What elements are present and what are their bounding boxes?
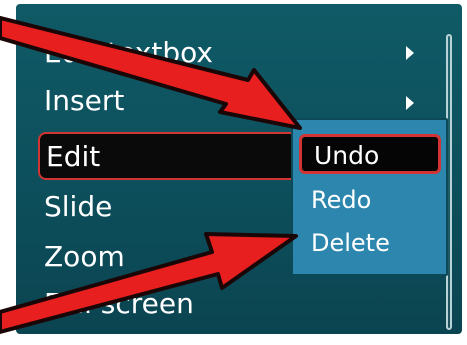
menu-item-label: Full screen bbox=[44, 287, 194, 320]
submenu-item-undo[interactable]: Undo bbox=[299, 134, 441, 174]
menu-item-full-screen[interactable]: Full screen bbox=[38, 281, 298, 327]
menu-item-edit[interactable]: Edit bbox=[38, 132, 316, 180]
submenu-item-label: Delete bbox=[311, 229, 390, 257]
menu-item-label: Insert bbox=[44, 84, 125, 117]
menu-item-label: Slide bbox=[44, 190, 113, 223]
menu-item-insert[interactable]: Insert bbox=[38, 78, 298, 124]
submenu-arrow-icon bbox=[406, 46, 414, 60]
menu-item-zoom[interactable]: Zoom bbox=[38, 234, 298, 280]
submenu-arrow-icon bbox=[406, 96, 414, 110]
menu-item-slide[interactable]: Slide bbox=[38, 184, 298, 230]
submenu-item-delete[interactable]: Delete bbox=[299, 224, 441, 264]
submenu-item-label: Redo bbox=[311, 186, 372, 214]
menu-item-edit-textbox[interactable]: Edit textbox bbox=[38, 30, 298, 76]
edit-submenu: Undo Redo Delete bbox=[291, 118, 448, 276]
submenu-item-label: Undo bbox=[314, 141, 380, 170]
submenu-item-redo[interactable]: Redo bbox=[299, 181, 441, 221]
menu-item-label: Zoom bbox=[44, 240, 125, 273]
menu-item-label: Edit bbox=[46, 140, 101, 173]
menu-item-label: Edit textbox bbox=[44, 36, 213, 69]
